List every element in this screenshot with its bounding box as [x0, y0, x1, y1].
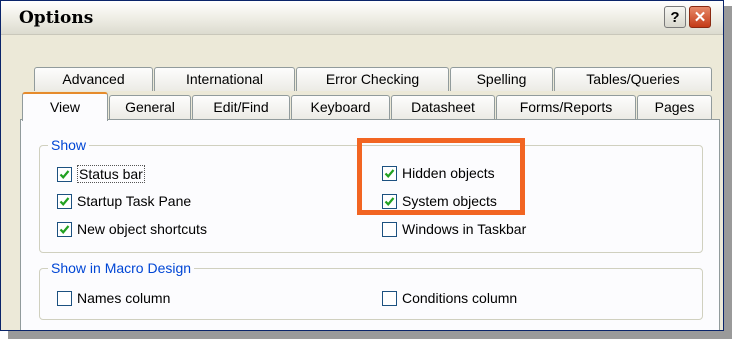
title-bar[interactable]: Options ? ✕	[1, 1, 723, 35]
checkmark-icon	[59, 224, 70, 234]
windows-in-taskbar-label: Windows in Taskbar	[402, 221, 527, 237]
conditions-column-checkbox[interactable]: Conditions column	[382, 290, 517, 306]
orange-highlight-box	[357, 138, 525, 215]
status-bar-label: Status bar	[77, 165, 145, 183]
tab-datasheet[interactable]: Datasheet	[391, 95, 495, 119]
startup-task-pane-label: Startup Task Pane	[77, 193, 192, 209]
tab-international[interactable]: International	[154, 67, 295, 91]
checkmark-icon	[59, 196, 70, 206]
tab-pages[interactable]: Pages	[637, 95, 712, 119]
window-shadow-right	[724, 6, 732, 332]
show-group-legend: Show	[48, 137, 90, 153]
tab-advanced[interactable]: Advanced	[34, 67, 153, 91]
tab-tables-queries[interactable]: Tables/Queries	[554, 67, 712, 91]
checkbox-box[interactable]	[57, 193, 72, 209]
names-column-checkbox[interactable]: Names column	[57, 290, 170, 306]
checkbox-box[interactable]	[57, 290, 72, 306]
tab-error-checking[interactable]: Error Checking	[296, 67, 449, 91]
new-object-shortcuts-checkbox[interactable]: New object shortcuts	[57, 221, 207, 237]
macro-design-legend: Show in Macro Design	[48, 260, 195, 276]
tab-keyboard[interactable]: Keyboard	[291, 95, 390, 119]
startup-task-pane-checkbox[interactable]: Startup Task Pane	[57, 193, 191, 209]
tab-spelling[interactable]: Spelling	[450, 67, 553, 91]
dialog-title: Options	[19, 8, 94, 28]
options-dialog: Options ? ✕ Advanced International Error…	[0, 0, 724, 331]
windows-in-taskbar-checkbox[interactable]: Windows in Taskbar	[382, 221, 526, 237]
checkbox-box[interactable]	[57, 221, 72, 237]
help-button[interactable]: ?	[664, 6, 686, 28]
tab-forms-reports[interactable]: Forms/Reports	[496, 95, 636, 119]
close-icon: ✕	[693, 9, 707, 26]
new-object-shortcuts-label: New object shortcuts	[77, 221, 207, 237]
tab-edit-find[interactable]: Edit/Find	[192, 95, 290, 119]
status-bar-checkbox[interactable]: Status bar	[57, 165, 145, 183]
close-button[interactable]: ✕	[689, 6, 711, 28]
checkbox-box[interactable]	[57, 166, 72, 182]
names-column-label: Names column	[77, 290, 171, 306]
tab-general[interactable]: General	[109, 95, 191, 119]
checkbox-box[interactable]	[382, 290, 397, 306]
help-icon: ?	[670, 8, 680, 26]
tab-view[interactable]: View	[22, 92, 108, 121]
checkbox-box[interactable]	[382, 221, 397, 237]
window-shadow-bottom	[8, 331, 732, 339]
conditions-column-label: Conditions column	[402, 290, 518, 306]
checkmark-icon	[59, 169, 70, 179]
